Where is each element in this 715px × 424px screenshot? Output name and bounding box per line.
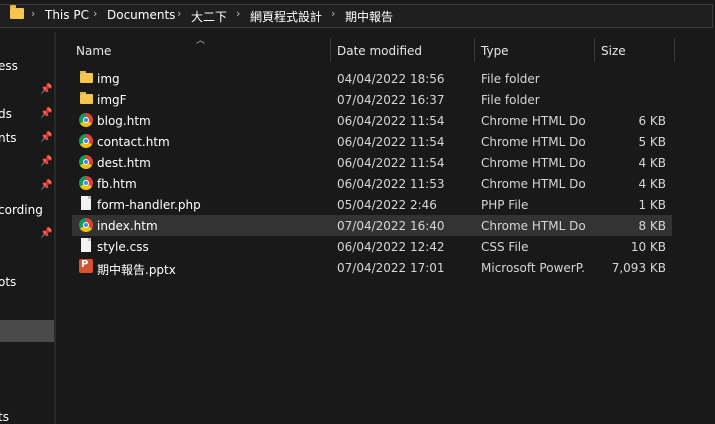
file-row-dest[interactable]: dest.htm 06/04/2022 11:54 Chrome HTML Do… — [72, 152, 672, 173]
breadcrumb-year2-sem2[interactable]: 大二下 — [191, 8, 227, 25]
file-type: Microsoft PowerP... — [481, 261, 586, 275]
file-name: fb.htm — [97, 177, 137, 191]
breadcrumb-documents[interactable]: Documents — [107, 8, 175, 22]
chevron-right-icon: › — [31, 7, 36, 20]
breadcrumb-this-pc[interactable]: This PC — [45, 8, 89, 22]
chrome-icon — [79, 134, 93, 148]
file-type: Chrome HTML Do... — [481, 114, 586, 128]
file-row-imgF[interactable]: imgF 07/04/2022 16:37 File folder — [72, 89, 672, 110]
file-size: 1 KB — [638, 198, 666, 212]
chevron-right-icon: › — [331, 7, 336, 20]
chevron-right-icon: › — [177, 7, 182, 20]
file-date: 06/04/2022 11:53 — [337, 177, 445, 191]
chrome-icon — [79, 113, 93, 127]
breadcrumb-midterm-report[interactable]: 期中報告 — [345, 8, 393, 25]
file-row-style[interactable]: style.css 06/04/2022 12:42 CSS File 10 K… — [72, 236, 672, 257]
file-date: 06/04/2022 11:54 — [337, 156, 445, 170]
file-type: Chrome HTML Do... — [481, 156, 586, 170]
file-date: 05/04/2022 2:46 — [337, 198, 437, 212]
file-type: CSS File — [481, 240, 529, 254]
file-row-blog[interactable]: blog.htm 06/04/2022 11:54 Chrome HTML Do… — [72, 110, 672, 131]
file-name: form-handler.php — [97, 198, 201, 212]
pin-icon: 📌 — [40, 156, 53, 167]
chevron-right-icon: › — [236, 7, 241, 20]
column-divider[interactable] — [474, 38, 475, 62]
nav-item-downloads[interactable]: ds — [0, 107, 12, 121]
file-name: blog.htm — [97, 114, 151, 128]
chrome-icon — [79, 176, 93, 190]
file-row-midterm-pptx[interactable]: 期中報告.pptx 07/04/2022 17:01 Microsoft Pow… — [72, 257, 672, 278]
file-date: 07/04/2022 17:01 — [337, 261, 445, 275]
file-size: 5 KB — [638, 135, 666, 149]
chevron-right-icon: › — [93, 7, 98, 20]
nav-item-selected[interactable] — [0, 320, 54, 342]
folder-icon — [10, 5, 24, 19]
column-header-type[interactable]: Type — [481, 44, 509, 58]
column-divider[interactable] — [674, 38, 675, 62]
address-bar[interactable]: › This PC › Documents › 大二下 › 網頁程式設計 › 期… — [0, 0, 715, 32]
column-header-name[interactable]: Name — [76, 44, 111, 58]
file-row-fb[interactable]: fb.htm 06/04/2022 11:53 Chrome HTML Do..… — [72, 173, 672, 194]
nav-pane-divider[interactable] — [54, 32, 56, 424]
file-date: 04/04/2022 18:56 — [337, 72, 445, 86]
nav-item-documents[interactable]: nts — [0, 131, 17, 145]
file-type: Chrome HTML Do... — [481, 177, 586, 191]
document-icon — [81, 196, 91, 210]
file-name: contact.htm — [97, 135, 170, 149]
file-date: 06/04/2022 12:42 — [337, 240, 445, 254]
file-date: 07/04/2022 16:37 — [337, 93, 445, 107]
file-row-form-handler[interactable]: form-handler.php 05/04/2022 2:46 PHP Fil… — [72, 194, 672, 215]
file-name: img — [97, 72, 120, 86]
file-size: 7,093 KB — [611, 261, 666, 275]
column-header-date-modified[interactable]: Date modified — [337, 44, 422, 58]
file-date: 06/04/2022 11:54 — [337, 135, 445, 149]
nav-item-recording[interactable]: cording — [0, 203, 43, 217]
pin-icon: 📌 — [40, 108, 53, 119]
breadcrumb-web-programming[interactable]: 網頁程式設計 — [250, 8, 322, 25]
column-header-size[interactable]: Size — [601, 44, 626, 58]
folder-icon — [80, 92, 93, 104]
nav-item-screenshots[interactable]: ots — [0, 275, 16, 289]
nav-item-other[interactable]: ts — [0, 410, 9, 424]
column-divider[interactable] — [594, 38, 595, 62]
file-name: 期中報告.pptx — [97, 263, 176, 277]
pin-icon: 📌 — [40, 180, 53, 191]
pin-icon: 📌 — [40, 84, 53, 95]
file-type: File folder — [481, 72, 540, 86]
folder-icon — [80, 71, 93, 83]
file-name: index.htm — [97, 219, 158, 233]
file-size: 4 KB — [638, 156, 666, 170]
pin-icon: 📌 — [40, 228, 53, 239]
file-size: 4 KB — [638, 177, 666, 191]
file-date: 06/04/2022 11:54 — [337, 114, 445, 128]
file-type: File folder — [481, 93, 540, 107]
column-divider[interactable] — [330, 38, 331, 62]
file-date: 07/04/2022 16:40 — [337, 219, 445, 233]
chrome-icon — [79, 155, 93, 169]
file-name: style.css — [97, 240, 149, 254]
file-type: Chrome HTML Do... — [481, 135, 586, 149]
pin-icon: 📌 — [40, 132, 53, 143]
file-row-img[interactable]: img 04/04/2022 18:56 File folder — [72, 68, 672, 89]
file-size: 10 KB — [630, 240, 666, 254]
file-size: 8 KB — [638, 219, 666, 233]
chrome-icon — [79, 218, 93, 232]
file-name: dest.htm — [97, 156, 151, 170]
file-name: imgF — [97, 93, 127, 107]
file-size: 6 KB — [638, 114, 666, 128]
file-list: img 04/04/2022 18:56 File folder imgF 07… — [72, 68, 672, 278]
document-icon — [81, 238, 91, 252]
file-type: Chrome HTML Do... — [481, 219, 586, 233]
file-row-contact[interactable]: contact.htm 06/04/2022 11:54 Chrome HTML… — [72, 131, 672, 152]
column-header-row: Name Date modified Type Size — [56, 38, 715, 64]
navigation-pane[interactable]: ess 📌 ds 📌 nts 📌 📌 📌 cording 📌 ots ts — [0, 32, 56, 424]
file-type: PHP File — [481, 198, 529, 212]
file-row-index-selected[interactable]: index.htm 07/04/2022 16:40 Chrome HTML D… — [72, 215, 672, 236]
powerpoint-icon — [79, 259, 93, 273]
nav-item-access[interactable]: ess — [0, 59, 18, 73]
